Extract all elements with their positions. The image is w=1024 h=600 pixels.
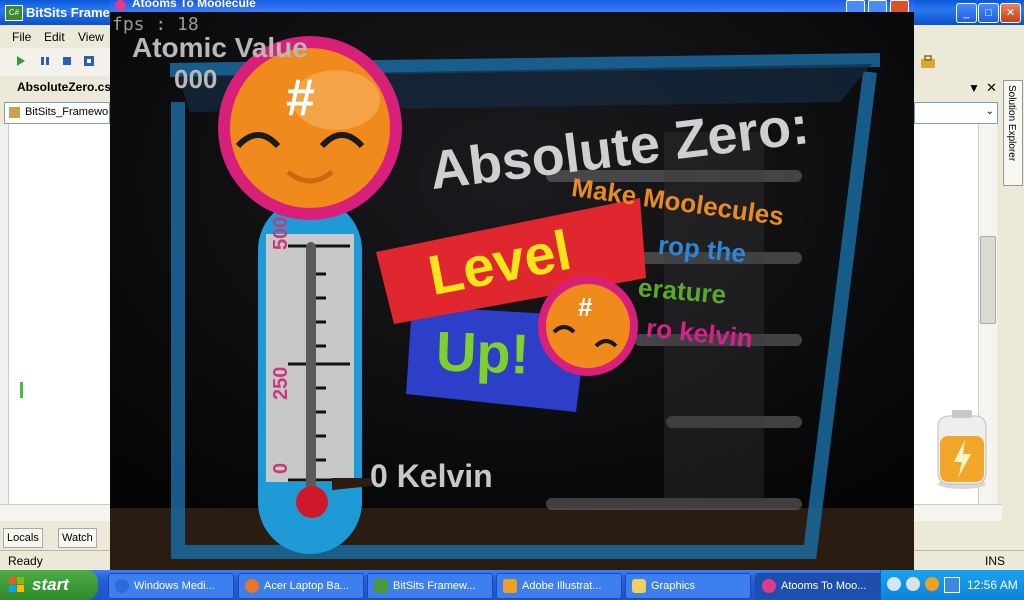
game-canvas[interactable]: fps : 18 Atomic Value 000 # # Absolute Z…	[110, 12, 914, 570]
taskbar-item-bitsits[interactable]: BitSits Framew...	[367, 573, 493, 599]
taskbar-item-acer-laptop[interactable]: Acer Laptop Ba...	[238, 573, 364, 599]
start-button[interactable]: start	[0, 570, 98, 600]
kelvin-readout: 0 Kelvin	[370, 458, 493, 494]
editor-tab-label: AbsoluteZero.cs	[17, 80, 112, 94]
taskbar-item-label: Adobe Illustrat...	[522, 580, 602, 592]
taskbar-item-label: BitSits Framew...	[393, 580, 476, 592]
pause-icon[interactable]	[40, 56, 50, 66]
panel-header: ▼ ✕	[914, 77, 1002, 99]
tick-label-500: 500	[270, 216, 292, 250]
app-icon	[115, 0, 126, 11]
game-title-text: Atooms To Moolecule	[132, 0, 256, 10]
member-dropdown[interactable]: ⌄	[914, 102, 998, 124]
solution-explorer-tab[interactable]: Solution Explorer	[1003, 80, 1023, 186]
taskbar-item-illustrator[interactable]: Adobe Illustrat...	[496, 573, 622, 599]
system-tray: 12:56 AM	[880, 570, 1024, 600]
class-icon	[9, 107, 20, 118]
tray-network-icon[interactable]	[944, 577, 960, 593]
game-titlebar: Atooms To Moolecule	[110, 0, 914, 13]
menu-view[interactable]: View	[78, 30, 104, 44]
close-button[interactable]: ✕	[1000, 3, 1021, 23]
tab-locals[interactable]: Locals	[3, 528, 43, 548]
horizontal-scrollbar[interactable]	[0, 504, 110, 521]
folder-icon	[632, 579, 646, 593]
media-player-icon	[115, 579, 129, 593]
menu-edit[interactable]: Edit	[44, 30, 65, 44]
maximize-button[interactable]: □	[978, 3, 999, 23]
clock: 12:56 AM	[967, 578, 1018, 592]
ide-title-text: BitSits Frame	[26, 5, 110, 20]
csharp-icon	[374, 579, 388, 593]
taskbar-item-graphics[interactable]: Graphics	[625, 573, 751, 599]
chevron-down-icon: ⌄	[985, 106, 994, 117]
taskbar-item-label: Graphics	[651, 580, 696, 592]
horizontal-scrollbar-right[interactable]	[914, 504, 1002, 521]
start-label: start	[32, 575, 69, 594]
change-marker	[20, 382, 23, 398]
tab-watch[interactable]: Watch	[58, 528, 97, 548]
thermometer-bulb	[296, 486, 328, 518]
editor-gutter	[0, 124, 9, 504]
windows-logo-icon	[9, 577, 24, 592]
restart-icon[interactable]	[84, 56, 94, 66]
type-dropdown-value: BitSits_Framewor	[25, 106, 109, 118]
tab-watch-label: Watch	[62, 532, 93, 544]
taskbar-item-windows-media[interactable]: Windows Medi...	[108, 573, 234, 599]
tick-label-0: 0	[270, 462, 292, 474]
solution-explorer-label: Solution Explorer	[1006, 85, 1017, 162]
battery-icon	[937, 410, 987, 489]
taskbar-item-label: Atooms To Moo...	[781, 580, 867, 592]
thermometer-stem	[306, 242, 316, 504]
code-editor[interactable]	[0, 124, 110, 504]
tray-app-icon[interactable]	[925, 577, 939, 591]
app-icon	[762, 579, 776, 593]
panel-close-icon[interactable]: ✕	[986, 80, 997, 96]
atomic-value: 000	[174, 64, 218, 94]
tab-locals-label: Locals	[7, 532, 39, 544]
menu-file[interactable]: File	[12, 30, 31, 44]
debug-tabs: Locals Watch	[0, 525, 110, 549]
atom-face-small	[538, 276, 638, 376]
scrollbar-thumb[interactable]	[980, 236, 996, 324]
tick-label-250: 250	[270, 366, 292, 400]
insert-mode-indicator: INS	[985, 554, 1006, 568]
atom-hash-large: #	[286, 69, 315, 127]
tray-chat-icon[interactable]	[906, 577, 920, 591]
type-dropdown[interactable]: BitSits_Framewor	[4, 102, 110, 124]
firefox-icon	[245, 579, 259, 593]
start-debug-icon[interactable]	[16, 56, 26, 66]
floor	[110, 508, 914, 570]
minimize-button[interactable]: _	[956, 3, 977, 23]
atomic-value-label: Atomic Value	[132, 32, 308, 63]
tray-collapse-icon[interactable]	[887, 577, 901, 591]
panel-dropdown-arrow-icon[interactable]: ▼	[968, 81, 980, 95]
ide-toolbar	[0, 48, 110, 77]
ide-toolbar-right	[914, 25, 1024, 77]
taskbar-item-label: Windows Medi...	[134, 580, 215, 592]
status-text: Ready	[8, 554, 43, 568]
stop-icon[interactable]	[62, 56, 72, 66]
taskbar-item-label: Acer Laptop Ba...	[264, 580, 349, 592]
taskbar-item-atooms[interactable]: Atooms To Moo...	[755, 573, 881, 599]
toolbox-icon[interactable]	[920, 55, 936, 69]
illustrator-icon	[503, 579, 517, 593]
csharp-icon: C#	[5, 5, 23, 21]
atom-hash-small: #	[578, 292, 593, 322]
level-up-line-2: Up!	[434, 319, 531, 386]
editor-tab[interactable]: AbsoluteZero.cs	[0, 76, 112, 98]
